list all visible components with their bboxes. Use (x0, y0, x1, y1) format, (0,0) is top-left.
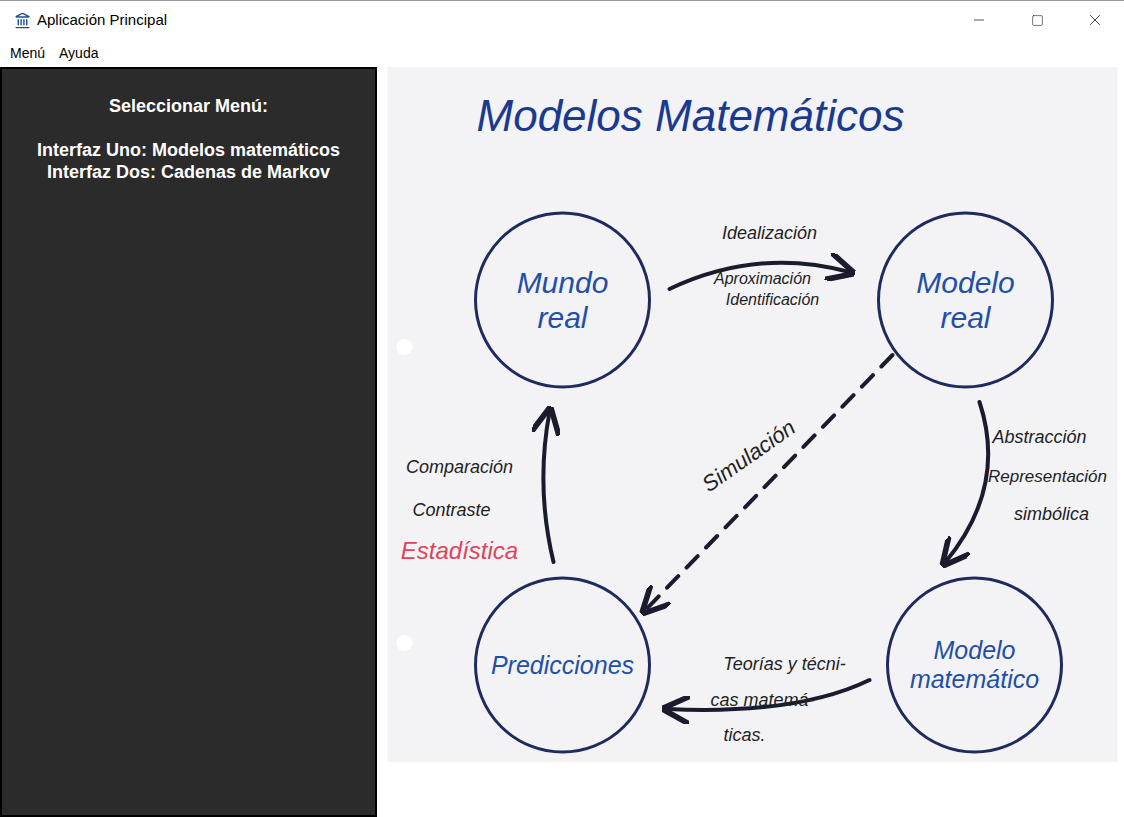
bank-icon (14, 12, 31, 29)
sidebar-item[interactable]: Interfaz Dos: Cadenas de Markov (47, 161, 330, 183)
diagram-edge: Idealización Aproximación Identificación (670, 223, 850, 308)
sidebar-item[interactable]: Interfaz Uno: Modelos matemáticos (37, 139, 340, 161)
diagram-title: Modelos Matemáticos (477, 91, 905, 140)
close-button[interactable] (1066, 1, 1124, 39)
svg-text:Modelo: Modelo (916, 266, 1014, 299)
diagram-node: Mundoreal (476, 213, 650, 387)
content: Seleccionar Menú: Interfaz Uno: Modelos m… (0, 67, 1124, 817)
edge-label: Comparación (406, 457, 513, 477)
menu-bar: Menú Ayuda (0, 39, 1124, 67)
edge-label: Estadística (401, 537, 518, 564)
edge-label: Idealización (722, 223, 817, 243)
svg-text:Mundo: Mundo (517, 266, 609, 299)
svg-text:real: real (940, 301, 991, 334)
svg-text:real: real (537, 301, 588, 334)
diagram-node: Modeloreal (879, 213, 1053, 387)
edge-label: Identificación (726, 291, 819, 308)
diagram-node: Predicciones (476, 578, 650, 752)
paper (388, 67, 1118, 762)
edge-label: Teorías y técni- (723, 654, 845, 674)
edge-label: simbólica (1014, 504, 1089, 524)
app-window: Aplicación Principal Menú Ayuda Seleccionar… (0, 0, 1124, 817)
menu-item[interactable]: Menú (10, 43, 45, 64)
edge-label: cas matemá- (710, 690, 814, 710)
menu-item[interactable]: Ayuda (59, 43, 98, 64)
svg-text:Modelo: Modelo (934, 636, 1016, 664)
sidebar: Seleccionar Menú: Interfaz Uno: Modelos m… (0, 67, 377, 817)
paper-hole (397, 635, 413, 651)
edge-label: Abstracción (991, 427, 1086, 447)
diagram-edge: Comparación Contraste Estadística (401, 412, 554, 564)
window-title: Aplicación Principal (37, 9, 167, 32)
edge-label: ticas. (723, 725, 765, 745)
svg-text:matemático: matemático (910, 665, 1039, 693)
models-diagram: Modelos MatemáticosMundorealModelorealPr… (377, 67, 1124, 817)
diagram-node: Modelomatemático (888, 578, 1062, 752)
diagram-edge: Abstracción Representación simbólica (946, 402, 1108, 562)
edge-label: Contraste (412, 500, 490, 520)
title-bar: Aplicación Principal (0, 1, 1124, 39)
minimize-button[interactable] (950, 1, 1008, 39)
diagram-edge: Teorías y técni-cas matemá-ticas. (668, 654, 870, 745)
edge-label: Representación (988, 467, 1107, 486)
close-icon (1086, 11, 1104, 29)
svg-text:Predicciones: Predicciones (491, 651, 634, 679)
paper-hole (397, 339, 413, 355)
image-panel: Modelos MatemáticosMundorealModelorealPr… (377, 67, 1124, 817)
edge-label: Simulación (697, 415, 799, 497)
minimize-icon (971, 12, 987, 28)
edge-label: Aproximación (713, 270, 811, 287)
sidebar-heading: Seleccionar Menú: (109, 95, 268, 117)
maximize-icon (1031, 14, 1044, 27)
maximize-button[interactable] (1008, 1, 1066, 39)
diagram-edge: Simulación (646, 355, 893, 610)
